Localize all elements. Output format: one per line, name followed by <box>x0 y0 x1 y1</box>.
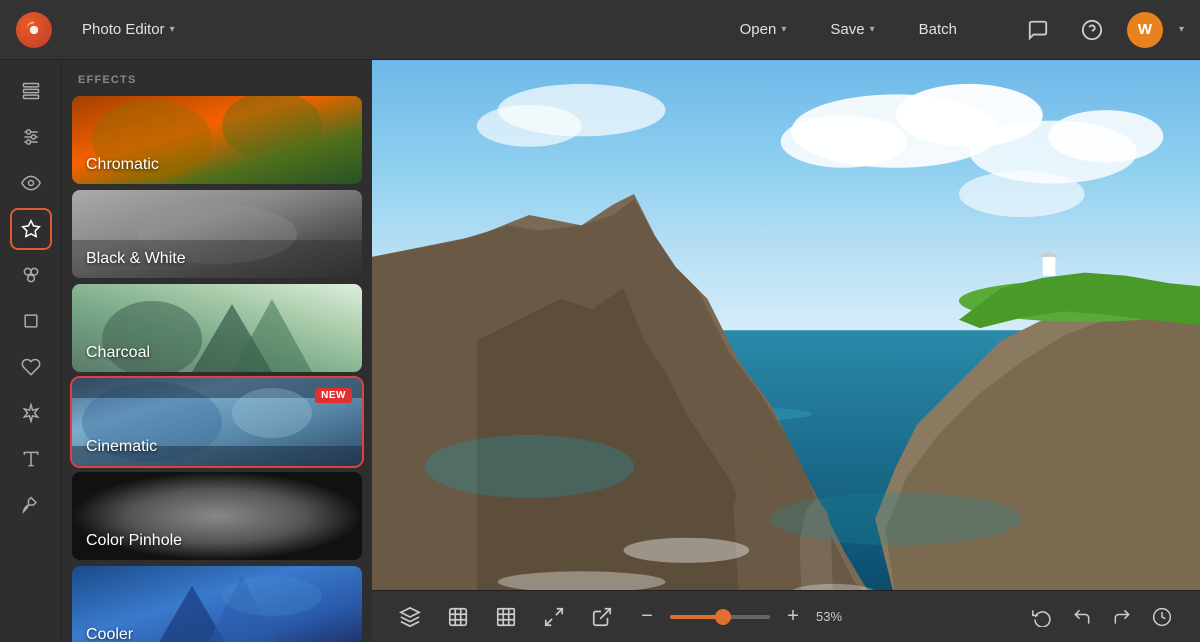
history-btn[interactable] <box>1144 599 1180 635</box>
favorites-tool[interactable] <box>10 208 52 250</box>
user-avatar[interactable]: W <box>1127 12 1163 48</box>
brush-tool[interactable] <box>10 484 52 526</box>
effect-item-charcoal[interactable]: Charcoal <box>72 284 362 372</box>
header: Photo Editor ▾ Open ▾ Save ▾ Batch W ▾ <box>0 0 1200 60</box>
layers-tool[interactable] <box>10 70 52 112</box>
redo-btn[interactable] <box>1104 599 1140 635</box>
effect-label-chromatic: Chromatic <box>86 156 159 174</box>
rotate-btn[interactable] <box>1024 599 1060 635</box>
user-chevron[interactable]: ▾ <box>1179 24 1184 35</box>
grid-btn[interactable] <box>488 599 524 635</box>
main-area: EFFECTS Chromatic <box>0 60 1200 642</box>
canvas-view[interactable] <box>372 60 1200 590</box>
cinematic-new-badge: NEW <box>315 388 352 403</box>
canvas-image <box>372 60 1200 590</box>
app-title-button[interactable]: Photo Editor ▾ <box>68 15 189 44</box>
canvas-area: − + 53% <box>372 60 1200 642</box>
heart-tool[interactable] <box>10 346 52 388</box>
chat-icon-button[interactable] <box>1019 11 1057 49</box>
eye-tool[interactable] <box>10 162 52 204</box>
effects-tool[interactable] <box>10 254 52 296</box>
app-logo[interactable] <box>16 12 52 48</box>
undo-redo-group <box>1024 599 1180 635</box>
save-label: Save <box>830 21 864 38</box>
open-chevron: ▾ <box>781 24 786 35</box>
effect-item-cooler[interactable]: Cooler <box>72 566 362 642</box>
app-title-label: Photo Editor <box>82 21 165 38</box>
undo-btn[interactable] <box>1064 599 1100 635</box>
open-button[interactable]: Open ▾ <box>726 15 801 44</box>
open-label: Open <box>740 21 777 38</box>
save-chevron: ▾ <box>870 24 875 35</box>
adjustments-tool[interactable] <box>10 116 52 158</box>
effect-label-cinematic: Cinematic <box>86 438 157 456</box>
batch-label: Batch <box>919 21 957 38</box>
expand-btn[interactable] <box>536 599 572 635</box>
zoom-slider[interactable] <box>670 615 770 619</box>
effect-item-cinematic[interactable]: Cinematic NEW <box>72 378 362 466</box>
help-icon-button[interactable] <box>1073 11 1111 49</box>
effect-label-cooler: Cooler <box>86 626 133 642</box>
text-tool[interactable] <box>10 438 52 480</box>
layers-bottom-btn[interactable] <box>392 599 428 635</box>
effect-item-color-pinhole[interactable]: Color Pinhole <box>72 472 362 560</box>
effect-item-black-white[interactable]: Black & White <box>72 190 362 278</box>
effects-section-label: EFFECTS <box>62 60 372 96</box>
effect-label-color-pinhole: Color Pinhole <box>86 532 182 550</box>
crop-tool[interactable] <box>10 300 52 342</box>
bottom-toolbar: − + 53% <box>372 590 1200 642</box>
zoom-value: 53% <box>816 609 856 624</box>
save-button[interactable]: Save ▾ <box>816 15 888 44</box>
zoom-in-button[interactable]: + <box>778 602 808 632</box>
effects-list: Chromatic Black & White <box>62 96 372 642</box>
zoom-out-button[interactable]: − <box>632 602 662 632</box>
left-toolbar <box>0 60 62 642</box>
external-btn[interactable] <box>584 599 620 635</box>
effect-label-black-white: Black & White <box>86 250 186 268</box>
app-title-chevron: ▾ <box>170 24 175 35</box>
effect-label-charcoal: Charcoal <box>86 344 150 362</box>
effect-item-chromatic[interactable]: Chromatic <box>72 96 362 184</box>
frame-btn[interactable] <box>440 599 476 635</box>
starburst-tool[interactable] <box>10 392 52 434</box>
zoom-controls: − + 53% <box>632 602 856 632</box>
batch-button[interactable]: Batch <box>905 15 971 44</box>
effects-panel: EFFECTS Chromatic <box>62 60 372 642</box>
